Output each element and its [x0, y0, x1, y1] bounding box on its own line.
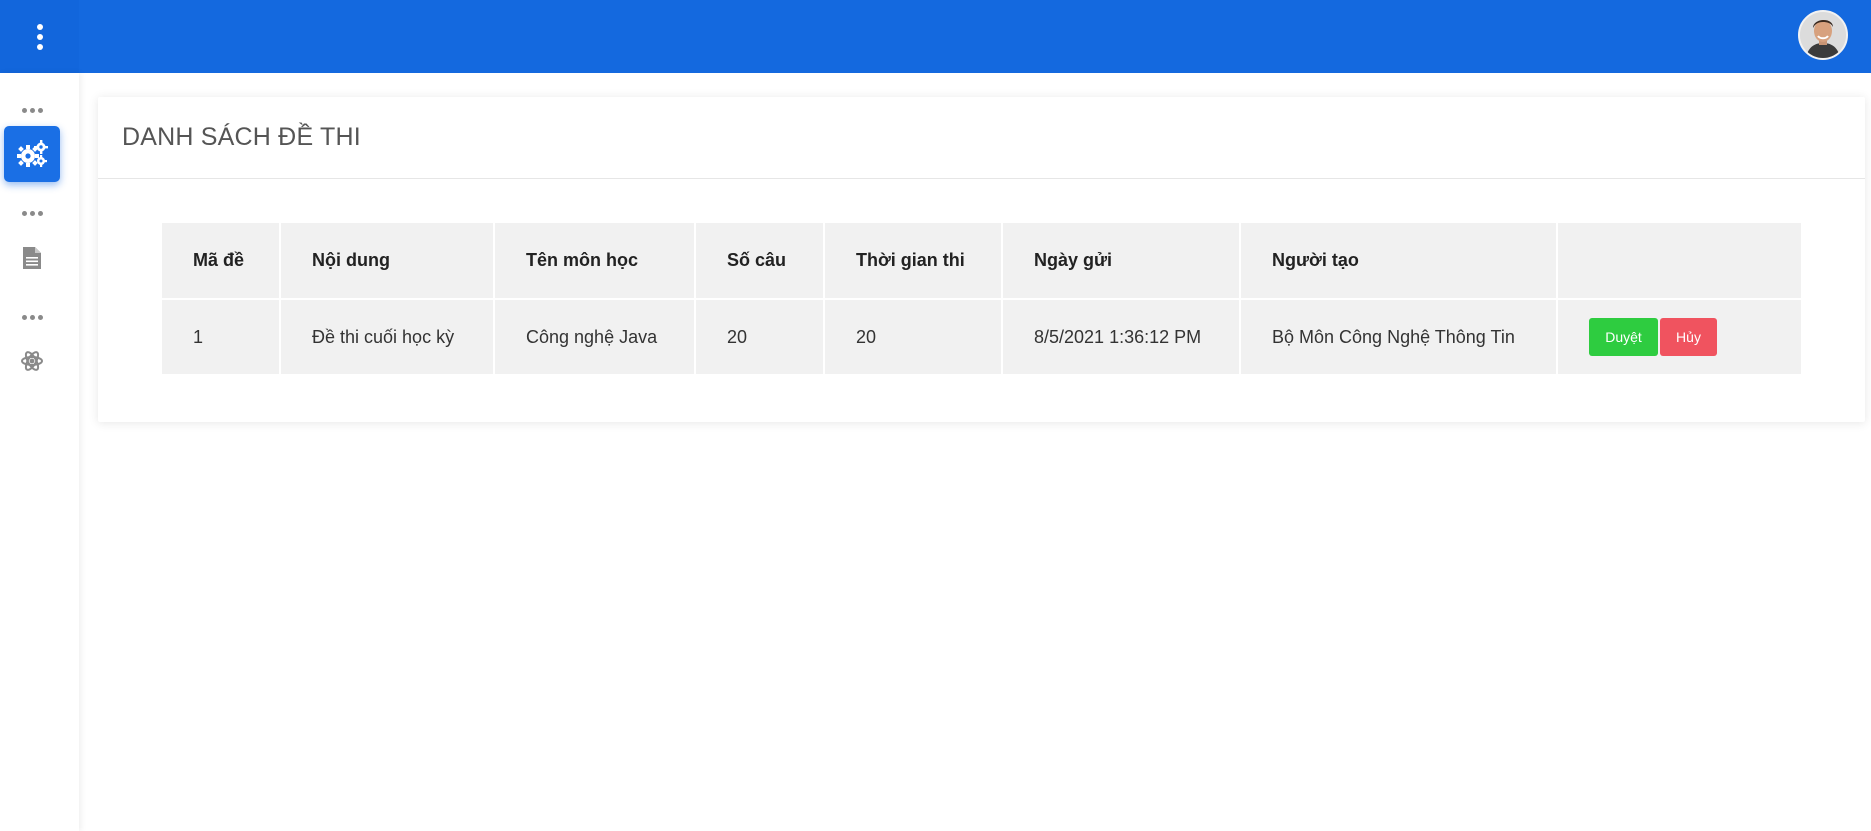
card-header: DANH SÁCH ĐỀ THI: [98, 97, 1865, 179]
col-header-ngay-gui: Ngày gửi: [1003, 223, 1241, 300]
cell-actions: Duyệt Hủy: [1558, 300, 1801, 376]
cell-noi-dung: Đề thi cuối học kỳ: [281, 300, 495, 376]
kebab-menu-icon: [36, 23, 43, 50]
cell-ten-mon-hoc: Công nghệ Java: [495, 300, 696, 376]
table-row: 1 Đề thi cuối học kỳ Công nghệ Java 20 2…: [162, 300, 1801, 376]
top-bar: [0, 0, 1871, 73]
sidebar: [0, 73, 79, 831]
cell-thoi-gian-thi: 20: [825, 300, 1003, 376]
gears-icon: [17, 140, 48, 167]
sidebar-divider-dots: [0, 311, 64, 323]
sidebar-item-documents[interactable]: [4, 230, 60, 286]
exam-table: Mã đề Nội dung Tên môn học Số câu Thời g…: [162, 223, 1801, 376]
cell-ngay-gui: 8/5/2021 1:36:12 PM: [1003, 300, 1241, 376]
exam-list-card: DANH SÁCH ĐỀ THI Mã đề Nội dung Tên môn …: [98, 97, 1865, 422]
cell-so-cau: 20: [696, 300, 825, 376]
avatar[interactable]: [1798, 10, 1848, 60]
table-header-row: Mã đề Nội dung Tên môn học Số câu Thời g…: [162, 223, 1801, 300]
cell-nguoi-tao: Bộ Môn Công Nghệ Thông Tin: [1241, 300, 1558, 376]
col-header-ma-de: Mã đề: [162, 223, 281, 300]
col-header-ten-mon-hoc: Tên môn học: [495, 223, 696, 300]
cell-ma-de: 1: [162, 300, 281, 376]
col-header-thoi-gian-thi: Thời gian thi: [825, 223, 1003, 300]
document-icon: [23, 247, 41, 269]
user-avatar-icon: [1800, 12, 1846, 58]
col-header-so-cau: Số câu: [696, 223, 825, 300]
page-title: DANH SÁCH ĐỀ THI: [122, 123, 361, 151]
approve-button[interactable]: Duyệt: [1589, 318, 1658, 356]
col-header-actions: [1558, 223, 1801, 300]
atom-icon: [21, 351, 43, 371]
col-header-nguoi-tao: Người tạo: [1241, 223, 1558, 300]
sidebar-item-settings[interactable]: [4, 126, 60, 182]
sidebar-divider-dots: [0, 207, 64, 219]
sidebar-divider-dots: [0, 104, 64, 116]
sidebar-item-atom[interactable]: [4, 333, 60, 389]
cancel-button[interactable]: Hủy: [1660, 318, 1717, 356]
col-header-noi-dung: Nội dung: [281, 223, 495, 300]
menu-toggle-button[interactable]: [0, 0, 79, 73]
